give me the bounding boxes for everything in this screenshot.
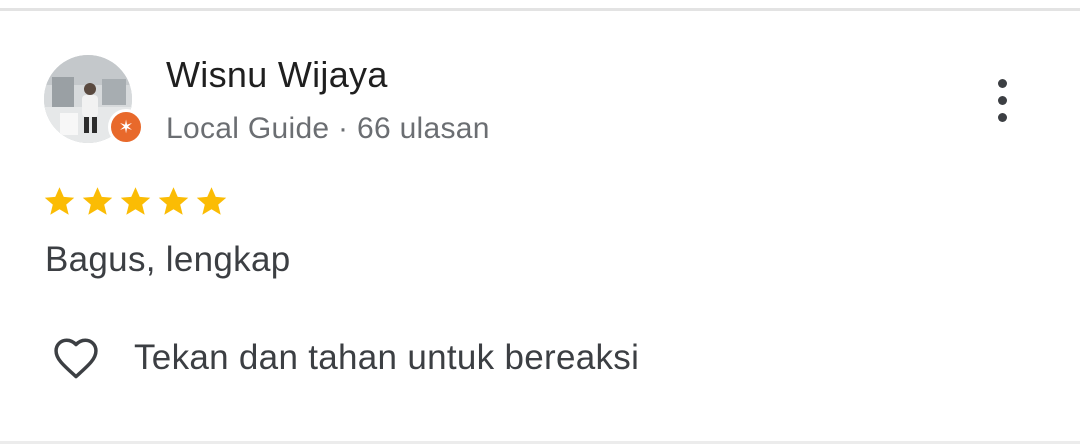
reviewer-meta: Local Guide · 66 ulasan	[166, 112, 490, 145]
review-text: Bagus, lengkap	[45, 240, 291, 279]
star-icon	[82, 187, 113, 215]
star-icon	[196, 187, 227, 215]
local-guide-badge-icon: ✶	[108, 109, 144, 145]
star-icon	[158, 187, 189, 215]
more-options-button[interactable]	[978, 74, 1026, 126]
reviewer-name[interactable]: Wisnu Wijaya	[166, 54, 388, 96]
star-icon	[120, 187, 151, 215]
react-label: Tekan dan tahan untuk bereaksi	[134, 338, 640, 377]
top-divider	[0, 8, 1080, 11]
more-vertical-icon	[997, 78, 1007, 88]
star-rating	[42, 184, 229, 224]
react-button[interactable]: Tekan dan tahan untuk bereaksi	[48, 330, 639, 386]
heart-outline-icon	[54, 338, 98, 379]
review-card: ✶ Wisnu Wijaya Local Guide · 66 ulasan B…	[0, 0, 1080, 444]
star-icon	[44, 187, 75, 215]
reviewer-avatar[interactable]: ✶	[44, 55, 146, 145]
